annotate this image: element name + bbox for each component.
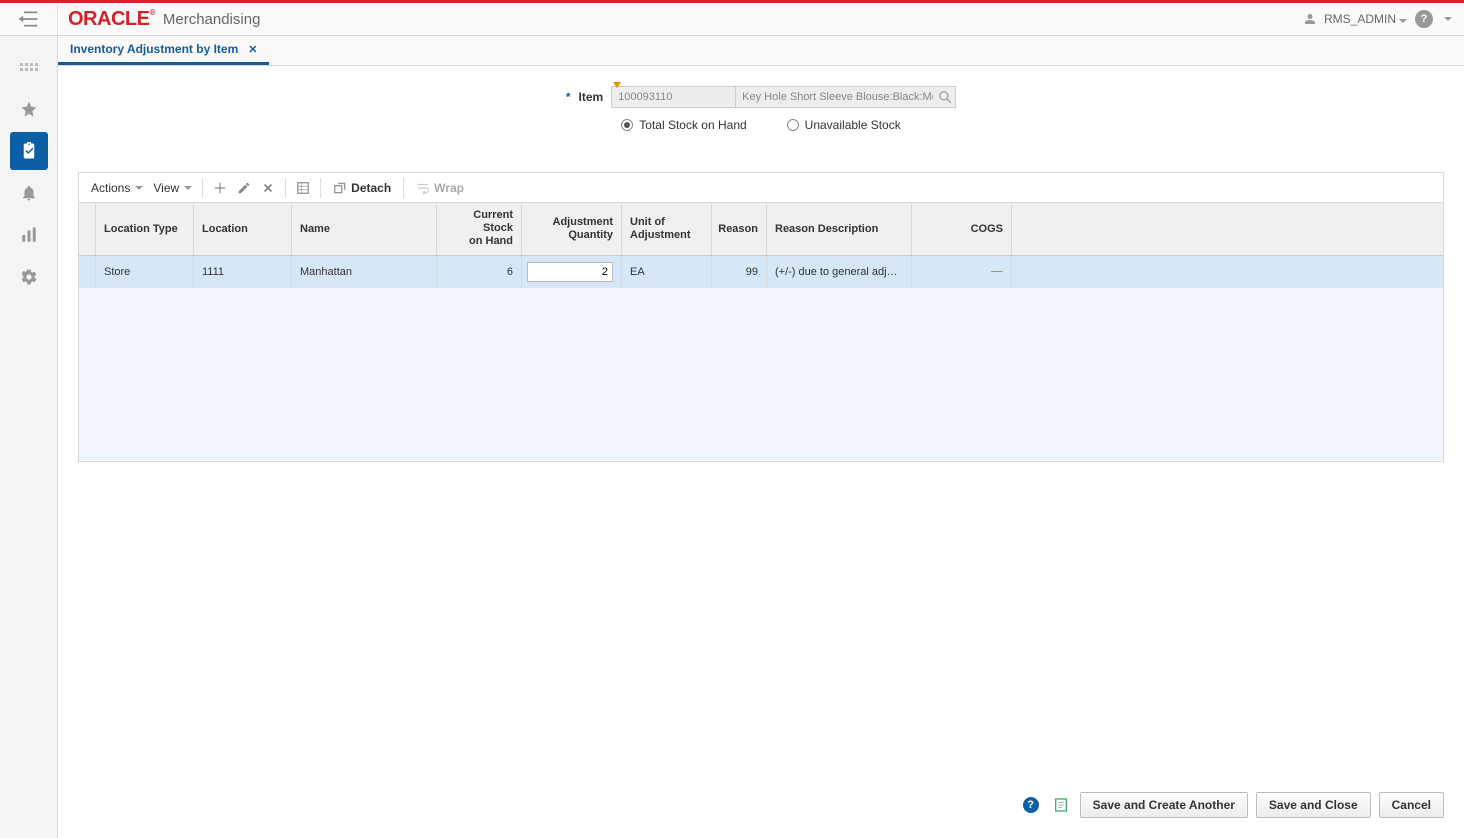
col-reason[interactable]: Reason [712, 203, 767, 255]
wrap-button[interactable]: Wrap [410, 181, 470, 195]
dirty-indicator [613, 82, 621, 88]
edit-button[interactable] [233, 177, 255, 199]
radio-total-label: Total Stock on Hand [639, 118, 746, 132]
bar-chart-icon [20, 226, 38, 244]
sidebar-favorites[interactable] [10, 90, 48, 128]
stock-type-radio-group: Total Stock on Hand Unavailable Stock [78, 118, 1444, 132]
save-close-button[interactable]: Save and Close [1256, 792, 1371, 818]
col-location[interactable]: Location [194, 203, 292, 255]
user-menu[interactable]: RMS_ADMIN [1324, 12, 1407, 26]
cell-unit: EA [622, 256, 712, 288]
save-create-another-button[interactable]: Save and Create Another [1080, 792, 1248, 818]
apps-icon [20, 63, 38, 71]
tab-close-icon[interactable]: ✕ [248, 43, 257, 56]
wrap-icon [416, 181, 430, 195]
hamburger-icon [19, 11, 39, 27]
help-icon[interactable]: ? [1415, 10, 1433, 28]
detach-icon [333, 181, 347, 195]
app-name: Merchandising [163, 11, 261, 28]
x-icon [261, 181, 275, 195]
plus-icon [213, 181, 227, 195]
item-search-button[interactable] [938, 90, 952, 104]
delete-button[interactable] [257, 177, 279, 199]
sidebar-reports[interactable] [10, 216, 48, 254]
cell-reason: 99 [712, 256, 767, 288]
help-dropdown[interactable] [1444, 17, 1452, 21]
clipboard-check-icon [20, 142, 38, 160]
table-panel: Actions View Detach [78, 172, 1444, 462]
cell-location: 1111 [194, 256, 292, 288]
sidebar [0, 36, 58, 838]
tabstrip: Inventory Adjustment by Item ✕ [58, 36, 1464, 66]
pencil-icon [237, 181, 251, 195]
footer-note-button[interactable] [1050, 794, 1072, 816]
main: Inventory Adjustment by Item ✕ * Item [58, 36, 1464, 838]
radio-unavailable-stock[interactable]: Unavailable Stock [787, 118, 901, 132]
cell-current-stock: 6 [437, 256, 522, 288]
item-code-input[interactable] [611, 86, 736, 108]
oracle-logo: ORACLE® [68, 8, 155, 31]
table-row[interactable]: Store 1111 Manhattan 6 EA 99 (+/-) due t… [79, 256, 1443, 288]
col-name[interactable]: Name [292, 203, 437, 255]
radio-unchecked-icon [787, 119, 799, 131]
sidebar-tasks[interactable] [10, 132, 48, 170]
radio-checked-icon [621, 119, 633, 131]
gear-icon [20, 268, 38, 286]
cell-reason-desc: (+/-) due to general adjus… [767, 256, 912, 288]
col-cogs[interactable]: COGS [912, 203, 1012, 255]
cell-cogs [912, 256, 1012, 288]
col-location-type[interactable]: Location Type [96, 203, 194, 255]
col-current-stock[interactable]: Current Stockon Hand [437, 203, 522, 255]
item-label: Item [578, 90, 603, 104]
table-toolbar: Actions View Detach [79, 173, 1443, 203]
tab-label: Inventory Adjustment by Item [70, 42, 238, 56]
add-button[interactable] [209, 177, 231, 199]
footer-help-button[interactable]: ? [1020, 794, 1042, 816]
bell-icon [20, 184, 38, 202]
star-icon [20, 100, 38, 118]
view-menu[interactable]: View [149, 181, 196, 195]
menu-toggle[interactable] [0, 3, 58, 36]
required-mark: * [566, 90, 571, 104]
header-bar: ORACLE® Merchandising RMS_ADMIN ? [0, 0, 1464, 36]
adj-qty-input[interactable] [527, 262, 613, 282]
sidebar-apps[interactable] [10, 48, 48, 86]
col-reason-desc[interactable]: Reason Description [767, 203, 912, 255]
help-q-icon: ? [1023, 797, 1039, 813]
radio-total-stock[interactable]: Total Stock on Hand [621, 118, 746, 132]
search-icon [938, 90, 952, 104]
actions-menu[interactable]: Actions [87, 181, 147, 195]
tab-inventory-adjustment[interactable]: Inventory Adjustment by Item ✕ [58, 36, 269, 65]
table-icon [296, 181, 310, 195]
col-unit[interactable]: Unit ofAdjustment [622, 203, 712, 255]
user-icon [1304, 13, 1316, 25]
grid-header: Location Type Location Name Current Stoc… [79, 203, 1443, 256]
detach-button[interactable]: Detach [327, 181, 397, 195]
item-row: * Item [78, 86, 1444, 108]
sidebar-notifications[interactable] [10, 174, 48, 212]
col-adj-qty[interactable]: AdjustmentQuantity [522, 203, 622, 255]
cancel-button[interactable]: Cancel [1379, 792, 1444, 818]
cell-adj-qty [522, 256, 622, 288]
export-button[interactable] [292, 177, 314, 199]
footer: ? Save and Create Another Save and Close… [78, 776, 1444, 818]
note-icon [1053, 797, 1069, 813]
cell-location-type: Store [96, 256, 194, 288]
sidebar-settings[interactable] [10, 258, 48, 296]
radio-unavailable-label: Unavailable Stock [805, 118, 901, 132]
item-description-input[interactable] [736, 86, 956, 108]
cell-name: Manhattan [292, 256, 437, 288]
